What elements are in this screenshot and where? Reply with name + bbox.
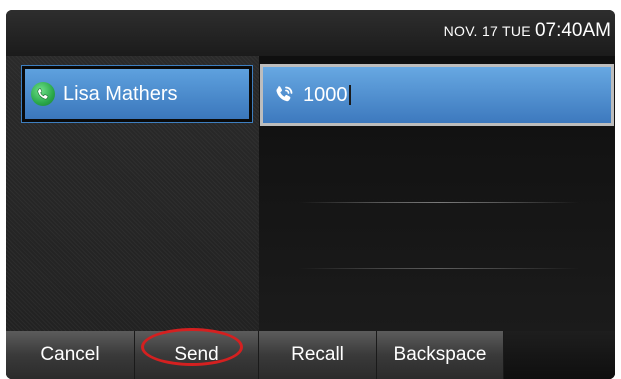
phone-handset-icon <box>271 82 297 108</box>
divider-line <box>299 202 579 203</box>
presence-available-icon <box>31 82 55 106</box>
cancel-softkey-label: Cancel <box>40 344 100 365</box>
phone-screen: NOV. 17 TUE 07:40AM Lisa Mathers 1000 Can… <box>6 10 615 379</box>
softkey-bar: Cancel Send Recall Backspace <box>6 331 615 379</box>
date-time-display: NOV. 17 TUE 07:40AM <box>444 20 611 42</box>
backspace-softkey[interactable]: Backspace <box>377 331 504 379</box>
date-label: NOV. 17 TUE <box>443 23 531 39</box>
send-softkey[interactable]: Send <box>135 331 259 379</box>
divider-line <box>299 268 579 269</box>
empty-softkey <box>504 331 615 379</box>
dialed-number-text: 1000 <box>303 83 348 106</box>
line-key-label: Lisa Mathers <box>63 82 178 105</box>
line-key-lisa-mathers[interactable]: Lisa Mathers <box>21 65 253 123</box>
recall-softkey[interactable]: Recall <box>259 331 377 379</box>
backspace-softkey-label: Backspace <box>393 344 487 365</box>
send-softkey-label: Send <box>174 344 219 365</box>
status-bar: NOV. 17 TUE 07:40AM <box>6 10 615 56</box>
cancel-softkey[interactable]: Cancel <box>6 331 135 379</box>
time-label: 07:40AM <box>534 20 611 41</box>
recall-softkey-label: Recall <box>291 344 344 365</box>
dialed-number: 1000 <box>303 84 351 107</box>
text-cursor <box>348 85 351 106</box>
dial-number-input[interactable]: 1000 <box>260 64 614 126</box>
